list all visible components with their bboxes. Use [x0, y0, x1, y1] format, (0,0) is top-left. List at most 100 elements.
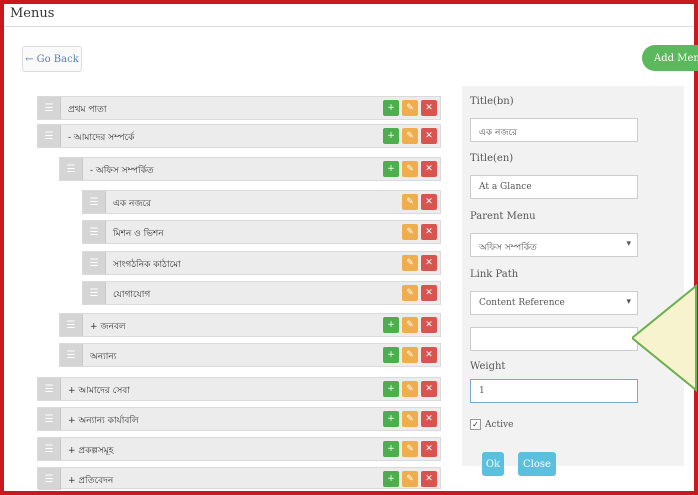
menu-item-prefix: -	[90, 166, 94, 176]
weight-input[interactable]: 1	[470, 379, 638, 403]
menu-item[interactable]: ☰ - আমাদের সম্পর্কে + ✎ ✕	[37, 124, 441, 148]
edit-icon[interactable]: ✎	[402, 411, 418, 427]
menu-item[interactable]: ☰ + আমাদের সেবা + ✎ ✕	[37, 377, 441, 401]
add-icon[interactable]: +	[383, 128, 399, 144]
drag-handle-icon[interactable]: ☰	[38, 125, 61, 147]
parent-menu-label: Parent Menu	[470, 211, 536, 222]
active-label: Active	[485, 419, 514, 430]
add-menu-label: Add Menu	[654, 52, 698, 64]
edit-icon[interactable]: ✎	[402, 100, 418, 116]
delete-icon[interactable]: ✕	[421, 471, 437, 487]
menu-item-label: আমাদের সেবা	[78, 386, 130, 396]
edit-icon[interactable]: ✎	[402, 161, 418, 177]
add-icon[interactable]: +	[383, 347, 399, 363]
link-path-select[interactable]: Content Reference	[470, 291, 638, 315]
menu-item[interactable]: ☰ মিশন ও ভিশন ✎ ✕	[82, 220, 441, 244]
go-back-label: Go Back	[36, 53, 79, 65]
arrow-left-icon: ←	[25, 53, 34, 65]
delete-icon[interactable]: ✕	[421, 285, 437, 301]
drag-handle-icon[interactable]: ☰	[83, 191, 106, 213]
menu-item-prefix: +	[90, 322, 98, 332]
menu-item-label: প্রকল্পসমূহ	[78, 446, 114, 456]
menu-item-label: এক নজরে	[113, 199, 151, 209]
delete-icon[interactable]: ✕	[421, 255, 437, 271]
ok-button[interactable]: Ok	[482, 452, 504, 476]
edit-icon[interactable]: ✎	[402, 471, 418, 487]
drag-handle-icon[interactable]: ☰	[38, 408, 61, 430]
menu-item-prefix: +	[68, 386, 76, 396]
menu-item-prefix: +	[68, 416, 76, 426]
drag-handle-icon[interactable]: ☰	[38, 97, 61, 119]
page-title: Menus	[10, 6, 55, 21]
title-bn-label: Title(bn)	[470, 96, 514, 107]
drag-handle-icon[interactable]: ☰	[83, 282, 106, 304]
close-button[interactable]: Close	[518, 452, 556, 476]
edit-icon[interactable]: ✎	[402, 194, 418, 210]
delete-icon[interactable]: ✕	[421, 317, 437, 333]
delete-icon[interactable]: ✕	[421, 161, 437, 177]
title-bn-input[interactable]: এক নজরে	[470, 118, 638, 142]
menu-item-label: প্রথম পাতা	[68, 105, 107, 115]
add-icon[interactable]: +	[383, 411, 399, 427]
drag-handle-icon[interactable]: ☰	[60, 344, 83, 366]
menu-item-label: সাংগঠনিক কাঠামো	[113, 260, 181, 270]
add-icon[interactable]: +	[383, 317, 399, 333]
delete-icon[interactable]: ✕	[421, 128, 437, 144]
edit-icon[interactable]: ✎	[402, 381, 418, 397]
delete-icon[interactable]: ✕	[421, 224, 437, 240]
link-reference-input[interactable]	[470, 327, 638, 351]
menu-item[interactable]: ☰ - অফিস সম্পর্কিত + ✎ ✕	[59, 157, 441, 181]
link-path-label: Link Path	[470, 269, 519, 280]
title-en-label: Title(en)	[470, 153, 514, 164]
edit-icon[interactable]: ✎	[402, 224, 418, 240]
edit-icon[interactable]: ✎	[402, 128, 418, 144]
add-icon[interactable]: +	[383, 471, 399, 487]
menu-item-label: যোগাযোগ	[113, 290, 151, 300]
edit-icon[interactable]: ✎	[402, 285, 418, 301]
add-icon[interactable]: +	[383, 441, 399, 457]
menu-item[interactable]: ☰ সাংগঠনিক কাঠামো ✎ ✕	[82, 251, 441, 275]
drag-handle-icon[interactable]: ☰	[83, 221, 106, 243]
menu-item[interactable]: ☰ প্রথম পাতা + ✎ ✕	[37, 96, 441, 120]
menu-item[interactable]: ☰ + জনবল + ✎ ✕	[59, 313, 441, 337]
delete-icon[interactable]: ✕	[421, 411, 437, 427]
menu-item[interactable]: ☰ যোগাযোগ ✎ ✕	[82, 281, 441, 305]
parent-menu-select[interactable]: অফিস সম্পর্কিত	[470, 233, 638, 257]
delete-icon[interactable]: ✕	[421, 441, 437, 457]
menu-item-label: মিশন ও ভিশন	[113, 229, 164, 239]
delete-icon[interactable]: ✕	[421, 194, 437, 210]
edit-icon[interactable]: ✎	[402, 255, 418, 271]
menu-edit-panel: Title(bn) এক নজরে Title(en) At a Glance …	[462, 86, 684, 476]
go-back-button[interactable]: ← Go Back	[22, 46, 82, 72]
callout-arrow	[632, 283, 697, 393]
add-icon[interactable]: +	[383, 161, 399, 177]
weight-label: Weight	[470, 361, 506, 372]
menu-item-prefix: +	[68, 476, 76, 486]
menu-item[interactable]: ☰ অন্যান্য + ✎ ✕	[59, 343, 441, 367]
delete-icon[interactable]: ✕	[421, 100, 437, 116]
add-icon[interactable]: +	[383, 100, 399, 116]
menu-item[interactable]: ☰ + অন্যান্য কার্যাবলি + ✎ ✕	[37, 407, 441, 431]
drag-handle-icon[interactable]: ☰	[83, 252, 106, 274]
menu-item[interactable]: ☰ + প্রকল্পসমূহ + ✎ ✕	[37, 437, 441, 461]
edit-icon[interactable]: ✎	[402, 317, 418, 333]
drag-handle-icon[interactable]: ☰	[60, 158, 83, 180]
edit-icon[interactable]: ✎	[402, 347, 418, 363]
drag-handle-icon[interactable]: ☰	[60, 314, 83, 336]
active-checkbox[interactable]: ✓ Active	[470, 419, 513, 430]
menu-item-label: অন্যান্য	[90, 352, 117, 362]
checkmark-icon: ✓	[470, 419, 481, 430]
menu-item-label: আমাদের সম্পর্কে	[73, 133, 135, 143]
edit-icon[interactable]: ✎	[402, 441, 418, 457]
menu-item[interactable]: ☰ + প্রতিবেদন + ✎ ✕	[37, 467, 441, 490]
drag-handle-icon[interactable]: ☰	[38, 438, 61, 460]
add-icon[interactable]: +	[383, 381, 399, 397]
add-menu-button[interactable]: Add Menu	[642, 45, 698, 71]
title-en-input[interactable]: At a Glance	[470, 175, 638, 199]
drag-handle-icon[interactable]: ☰	[38, 468, 61, 490]
menu-item[interactable]: ☰ এক নজরে ✎ ✕	[82, 190, 441, 214]
drag-handle-icon[interactable]: ☰	[38, 378, 61, 400]
delete-icon[interactable]: ✕	[421, 381, 437, 397]
menu-item-prefix: -	[68, 133, 72, 143]
delete-icon[interactable]: ✕	[421, 347, 437, 363]
